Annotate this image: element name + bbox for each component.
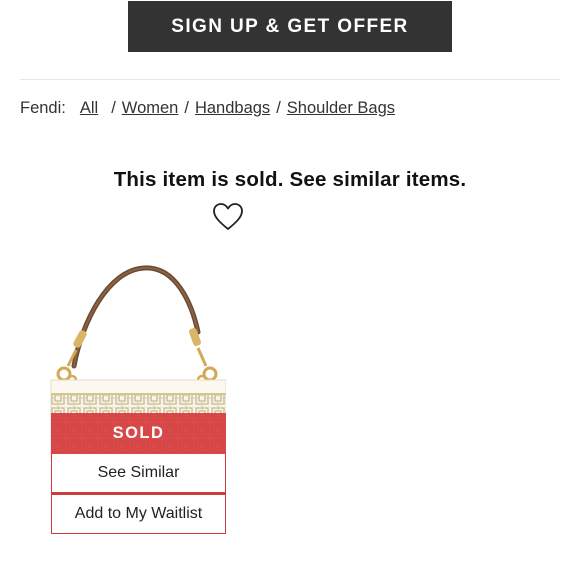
breadcrumb-separator: / bbox=[184, 99, 189, 117]
sign-up-offer-button[interactable]: SIGN UP & GET OFFER bbox=[128, 1, 452, 52]
header-divider bbox=[20, 79, 560, 80]
breadcrumb-separator: / bbox=[276, 99, 281, 117]
breadcrumb-brand-prefix: Fendi: bbox=[20, 99, 66, 117]
add-to-waitlist-button[interactable]: Add to My Waitlist bbox=[51, 494, 226, 534]
breadcrumb: Fendi: All / Women / Handbags / Shoulder… bbox=[20, 99, 395, 118]
product-card: SOLD See Similar Add to My Waitlist bbox=[50, 262, 226, 534]
breadcrumb-link-women[interactable]: Women bbox=[122, 99, 179, 118]
sold-status-message: This item is sold. See similar items. bbox=[113, 168, 467, 191]
see-similar-button[interactable]: See Similar bbox=[51, 454, 226, 493]
breadcrumb-link-shoulder-bags[interactable]: Shoulder Bags bbox=[287, 99, 395, 118]
heart-outline-icon[interactable] bbox=[212, 202, 244, 232]
page: SIGN UP & GET OFFER Fendi: All / Women /… bbox=[0, 0, 580, 580]
breadcrumb-link-handbags[interactable]: Handbags bbox=[195, 99, 270, 118]
breadcrumb-link-all[interactable]: All bbox=[80, 99, 98, 118]
sold-badge: SOLD bbox=[51, 413, 226, 454]
breadcrumb-separator: / bbox=[111, 99, 116, 117]
